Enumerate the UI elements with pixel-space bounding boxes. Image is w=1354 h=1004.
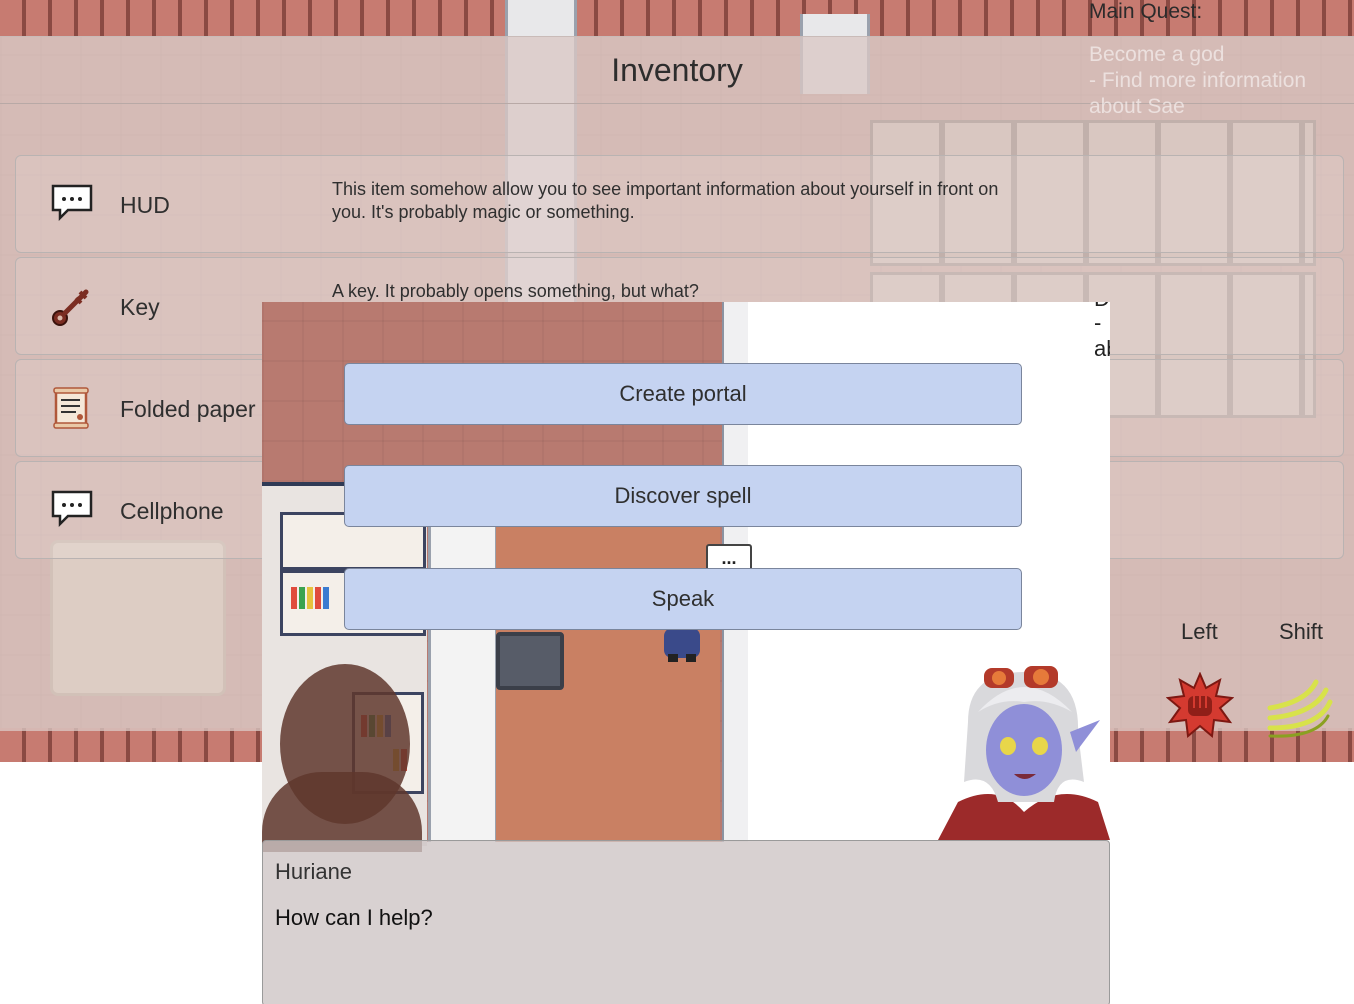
item-name: HUD	[120, 192, 170, 218]
dash-swoosh-icon[interactable]	[1266, 672, 1334, 740]
choice-discover-spell-button[interactable]: Discover spell	[344, 465, 1022, 527]
speech-bubble-icon	[50, 182, 94, 226]
item-description: This item somehow allow you to see impor…	[332, 179, 999, 222]
quest-goal: Become a god	[1089, 43, 1225, 66]
item-name: Folded paper	[120, 396, 256, 422]
dialog-textbox[interactable]: Huriane How can I help?	[262, 840, 1110, 1004]
key-icon	[50, 284, 94, 328]
speaker-name: Huriane	[275, 859, 353, 884]
quest-title: Main Quest:	[1089, 0, 1203, 23]
dialog-line: How can I help?	[275, 905, 433, 930]
hotkey-label-shift: Shift	[1279, 619, 1324, 644]
choice-create-portal-button[interactable]: Create portal	[344, 363, 1022, 425]
speech-bubble-icon	[50, 488, 94, 532]
item-name: Key	[120, 294, 160, 320]
computer-monitor	[496, 632, 564, 690]
quest-fragment: -	[1094, 310, 1102, 335]
scroll-icon	[50, 386, 94, 430]
fist-burst-icon[interactable]	[1165, 671, 1235, 740]
choice-speak-button[interactable]: Speak	[344, 568, 1022, 630]
hotkey-label-left: Left	[1181, 619, 1218, 644]
huriane-portrait	[938, 662, 1110, 840]
inventory-item-hud[interactable]: HUD This item somehow allow you to see i…	[15, 155, 1344, 253]
item-name: Cellphone	[120, 498, 224, 524]
dialog-scene: ... Create portal Discover spell Speak D…	[262, 302, 1110, 1004]
quest-fragment: ab	[1094, 336, 1110, 361]
item-description: A key. It probably opens something, but …	[332, 281, 699, 301]
quest-task: - Find more information about Sae	[1089, 69, 1307, 118]
